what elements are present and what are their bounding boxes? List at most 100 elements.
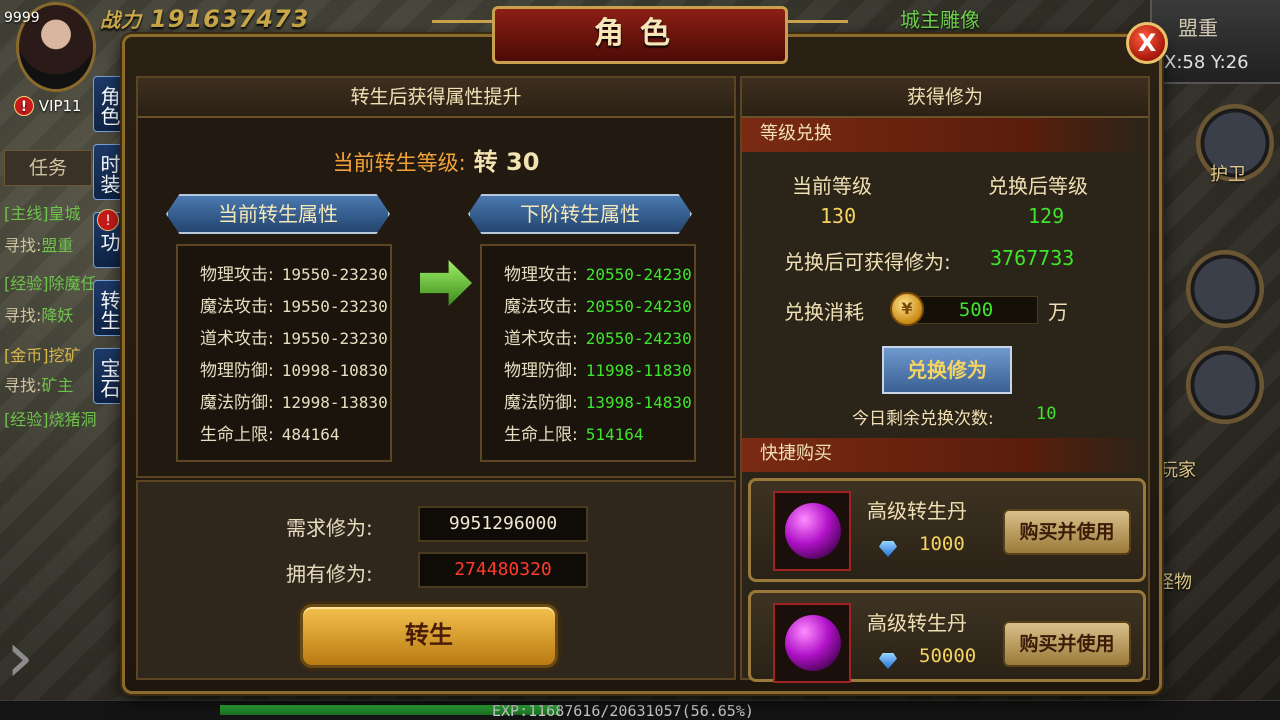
quick-buy-section: 快捷购买 <box>742 438 1148 472</box>
diamond-icon <box>879 653 897 669</box>
attr-value: 19550-23230 <box>281 329 388 348</box>
experience-text: EXP:11687616/20631057(56.65%) <box>492 702 754 720</box>
experience-bar: EXP:11687616/20631057(56.65%) <box>0 700 1280 720</box>
current-level-label: 当前等级 <box>792 174 872 198</box>
remaining-exchanges-label: 今日剩余兑换次数: <box>852 409 994 429</box>
attr-value: 13998-14830 <box>585 393 692 412</box>
attr-value: 484164 <box>281 425 340 444</box>
attr-row: 生命上限: 514164 <box>504 420 644 445</box>
quest-text: 皇城 <box>48 204 81 223</box>
attr-value: 20550-24230 <box>585 297 692 316</box>
tab-fashion[interactable]: 时装 <box>93 144 125 200</box>
quest-tag: [主线] <box>4 204 49 223</box>
combat-power-value: 191637473 <box>150 5 310 33</box>
quest-tab[interactable]: 任务 <box>4 150 92 186</box>
shop-item: 高级转生丹 50000 购买并使用 <box>748 590 1146 683</box>
rebirth-button[interactable]: 转生 <box>300 604 558 668</box>
purple-orb-icon <box>785 615 841 671</box>
alert-icon: ! <box>14 96 34 116</box>
attr-value: 11998-11830 <box>585 361 692 380</box>
dialog-title: 角色 <box>492 6 788 64</box>
arrow-right-icon <box>420 260 472 306</box>
attr-label: 物理防御: <box>504 361 578 381</box>
target-player-label[interactable]: 玩家 <box>1160 456 1196 482</box>
title-ornament-left <box>432 20 492 50</box>
gain-cultivation-value: 3767733 <box>990 246 1075 270</box>
quest-text: 除魔任 <box>48 274 97 293</box>
required-cultivation-label: 需求修为: <box>286 516 373 540</box>
attr-label: 生命上限: <box>200 425 274 445</box>
tab-rebirth[interactable]: 转生 <box>93 280 125 336</box>
attr-label: 道术攻击: <box>200 329 274 349</box>
exchange-cost-unit: 万 <box>1048 300 1068 324</box>
quest-tag: [金币] <box>4 346 49 365</box>
attr-row: 物理攻击: 20550-24230 <box>504 260 692 285</box>
attr-value: 19550-23230 <box>281 265 388 284</box>
attr-value: 12998-13830 <box>281 393 388 412</box>
current-attributes-box: 物理攻击: 19550-23230 魔法攻击: 19550-23230 道术攻击: 1… <box>176 244 392 462</box>
quest-find: 寻找: <box>4 376 42 395</box>
rebirth-panel-header: 转生后获得属性提升 <box>138 78 734 118</box>
skill-slot-1[interactable] <box>1186 250 1264 328</box>
attr-label: 魔法攻击: <box>504 297 578 317</box>
attr-row: 魔法防御: 13998-14830 <box>504 388 692 413</box>
shop-item: 高级转生丹 1000 购买并使用 <box>748 478 1146 582</box>
attr-value: 19550-23230 <box>281 297 388 316</box>
current-rebirth-value: 转 30 <box>473 148 540 176</box>
attr-value: 20550-24230 <box>585 265 692 284</box>
after-level-value: 129 <box>1028 204 1065 228</box>
tab-role[interactable]: 角色 <box>93 76 125 132</box>
attr-row: 魔法防御: 12998-13830 <box>200 388 388 413</box>
chevron-right-icon[interactable]: › <box>6 616 52 698</box>
quest-row[interactable]: [主线]皇城 <box>4 200 81 224</box>
close-button[interactable]: X <box>1126 22 1168 64</box>
attr-label: 魔法防御: <box>504 393 578 413</box>
buy-and-use-button[interactable]: 购买并使用 <box>1003 621 1131 667</box>
next-attributes-ribbon: 下阶转生属性 <box>468 194 692 234</box>
quest-row[interactable]: 寻找:矿主 <box>4 372 73 396</box>
current-attributes-ribbon: 当前转生属性 <box>166 194 390 234</box>
alert-icon: ! <box>97 209 119 231</box>
tab-skill[interactable]: 功! <box>93 209 125 268</box>
owned-cultivation-value: 274480320 <box>418 552 588 588</box>
attr-value: 20550-24230 <box>585 329 692 348</box>
combat-power-label: 战力 <box>100 8 142 32</box>
quest-tag: [经验] <box>4 410 49 429</box>
guard-label: 护卫 <box>1210 164 1246 185</box>
title-ornament-right <box>788 20 848 50</box>
vip-badge[interactable]: ! VIP11 <box>14 96 82 116</box>
attr-label: 生命上限: <box>504 425 578 445</box>
cultivation-panel-header: 获得修为 <box>742 78 1148 118</box>
quest-tag: [经验] <box>4 274 49 293</box>
quest-find: 寻找: <box>4 236 42 255</box>
attr-row: 物理攻击: 19550-23230 <box>200 260 388 285</box>
quest-row[interactable]: [金币]挖矿 <box>4 342 81 366</box>
minimap[interactable]: 盟重 X:58 Y:26 <box>1150 0 1280 84</box>
attr-value: 10998-10830 <box>281 361 388 380</box>
exchange-cultivation-button[interactable]: 兑换修为 <box>882 346 1012 394</box>
quest-row[interactable]: 寻找:降妖 <box>4 302 73 326</box>
rebirth-pill-icon[interactable] <box>773 603 851 683</box>
shop-item-price: 1000 <box>919 533 965 555</box>
tab-gem[interactable]: 宝石 <box>93 348 125 404</box>
next-attributes-box: 物理攻击: 20550-24230 魔法攻击: 20550-24230 道术攻击: 2… <box>480 244 696 462</box>
cultivation-panel: 获得修为 等级兑换 当前等级 兑换后等级 130 129 兑换后可获得修为: 3… <box>740 76 1150 683</box>
quest-target: 盟重 <box>41 236 74 255</box>
attr-row: 道术攻击: 20550-24230 <box>504 324 692 349</box>
remaining-exchanges-value: 10 <box>1036 404 1057 424</box>
map-target-name[interactable]: 城主雕像 <box>900 4 980 33</box>
skill-slot-2[interactable] <box>1186 346 1264 424</box>
buy-and-use-button[interactable]: 购买并使用 <box>1003 509 1131 555</box>
quest-row[interactable]: [经验]烧猪洞 <box>4 406 97 430</box>
rebirth-pill-icon[interactable] <box>773 491 851 571</box>
attr-label: 物理攻击: <box>200 265 274 285</box>
quest-row[interactable]: 寻找:盟重 <box>4 232 73 256</box>
quest-text: 烧猪洞 <box>48 410 97 429</box>
quest-tracker: 任务 [主线]皇城 寻找:盟重 [经验]除魔任 寻找:降妖 [金币]挖矿 寻找:… <box>0 150 97 430</box>
exchange-cost-label: 兑换消耗 <box>784 300 864 324</box>
quest-row[interactable]: [经验]除魔任 <box>4 270 97 294</box>
shop-item-name: 高级转生丹 <box>867 499 967 523</box>
attr-row: 道术攻击: 19550-23230 <box>200 324 388 349</box>
attr-label: 物理防御: <box>200 361 274 381</box>
purple-orb-icon <box>785 503 841 559</box>
